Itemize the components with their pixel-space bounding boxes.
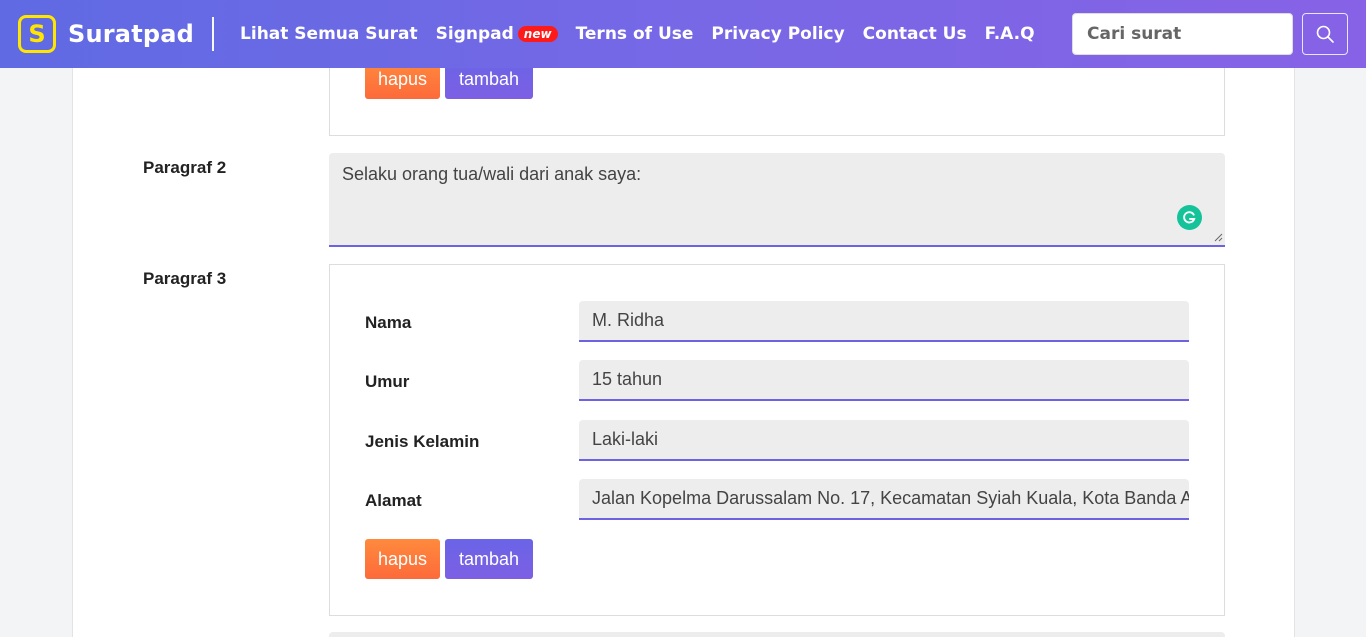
field-label-alamat: Alamat bbox=[365, 491, 422, 510]
search-icon bbox=[1316, 25, 1334, 43]
field-input-jenis-kelamin[interactable]: Laki-laki bbox=[579, 420, 1189, 461]
nav-link-privacy-policy[interactable]: Privacy Policy bbox=[711, 24, 844, 44]
next-field-partial[interactable] bbox=[329, 632, 1225, 637]
paragraf2-textarea[interactable]: Selaku orang tua/wali dari anak saya: bbox=[329, 153, 1225, 247]
field-label-jenis-kelamin: Jenis Kelamin bbox=[365, 432, 480, 451]
grammarly-icon[interactable] bbox=[1177, 205, 1202, 230]
paragraf2-label: Paragraf 2 bbox=[143, 158, 227, 177]
nav-link-contact-us[interactable]: Contact Us bbox=[863, 24, 967, 44]
nav-link-lihat-semua-surat[interactable]: Lihat Semua Surat bbox=[240, 24, 418, 44]
field-input-nama[interactable]: M. Ridha bbox=[579, 301, 1189, 342]
brand-logo-icon[interactable]: S bbox=[18, 15, 56, 53]
field-label-nama: Nama bbox=[365, 313, 412, 332]
nav-link-faq[interactable]: F.A.Q bbox=[985, 24, 1035, 44]
search-input[interactable] bbox=[1072, 13, 1293, 55]
brand[interactable]: S Suratpad bbox=[18, 15, 194, 53]
search-button[interactable] bbox=[1302, 13, 1348, 55]
nav-link-signpad-label: Signpad bbox=[435, 24, 514, 44]
nav-link-signpad[interactable]: Signpad new bbox=[436, 24, 558, 44]
nav-link-terms-of-use[interactable]: Terns of Use bbox=[576, 24, 694, 44]
paragraf3-tambah-button[interactable]: tambah bbox=[445, 539, 533, 579]
field-input-umur[interactable]: 15 tahun bbox=[579, 360, 1189, 401]
grammarly-g-icon bbox=[1183, 211, 1196, 224]
nav-links: Lihat Semua Surat Signpad new Terns of U… bbox=[240, 24, 1053, 44]
paragraf3-hapus-button[interactable]: hapus bbox=[365, 539, 440, 579]
top-navbar: S Suratpad Lihat Semua Surat Signpad new… bbox=[0, 0, 1366, 68]
field-input-alamat[interactable]: Jalan Kopelma Darussalam No. 17, Kecamat… bbox=[579, 479, 1189, 520]
brand-name[interactable]: Suratpad bbox=[68, 20, 194, 48]
form-card: hapus tambah Paragraf 2 Selaku orang tua… bbox=[72, 0, 1295, 637]
paragraf3-label: Paragraf 3 bbox=[143, 269, 227, 288]
brand-divider bbox=[212, 17, 215, 51]
new-badge: new bbox=[517, 26, 558, 42]
resize-grip-icon[interactable] bbox=[1213, 232, 1223, 242]
field-label-umur: Umur bbox=[365, 372, 410, 391]
